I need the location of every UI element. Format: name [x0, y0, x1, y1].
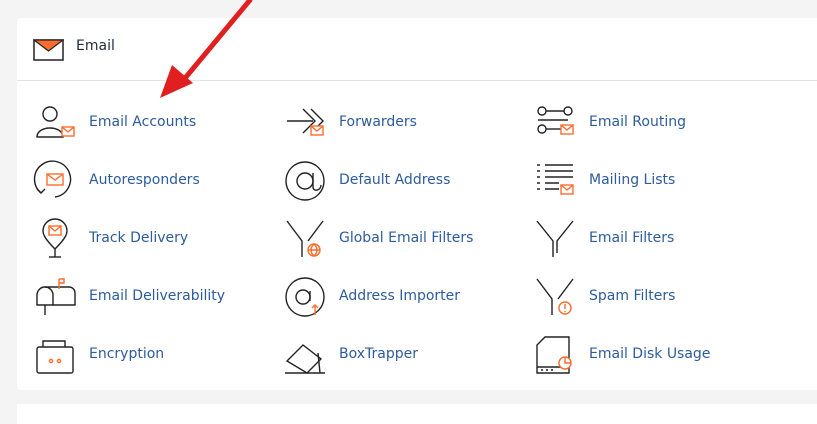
email-deliverability-icon — [36, 278, 76, 315]
boxtrapper-label: BoxTrapper — [339, 346, 418, 362]
spam-filters-icon — [536, 278, 574, 315]
section-title: Email — [76, 38, 115, 54]
address-importer-icon — [285, 277, 325, 317]
spam-filters-label: Spam Filters — [589, 288, 676, 304]
email-section-header[interactable]: Email — [17, 18, 817, 81]
encryption-icon — [36, 340, 74, 374]
forwarders-label: Forwarders — [339, 114, 417, 130]
track-delivery-label: Track Delivery — [89, 230, 189, 246]
forwarders-icon — [287, 108, 324, 136]
email-accounts-label: Email Accounts — [89, 114, 197, 130]
email-routing-icon — [537, 106, 574, 135]
mailing-lists-icon — [537, 164, 574, 195]
email-filters-icon — [536, 220, 574, 257]
email-routing-label: Email Routing — [589, 114, 686, 130]
email-accounts-icon — [36, 106, 75, 138]
email-disk-usage-label: Email Disk Usage — [589, 346, 711, 362]
email-section-panel: Email Email Accounts Forwarders Email Ro… — [17, 18, 817, 390]
autoresponders-icon — [33, 160, 72, 198]
default-address-label: Default Address — [339, 172, 451, 188]
global-email-filters-label: Global Email Filters — [339, 230, 474, 246]
global-email-filters-icon — [286, 220, 324, 257]
boxtrapper-icon — [285, 344, 325, 374]
mailing-lists-label: Mailing Lists — [589, 172, 676, 188]
default-address-icon — [285, 161, 325, 201]
email-deliverability-label: Email Deliverability — [89, 288, 226, 304]
track-delivery-icon — [42, 218, 68, 258]
address-importer-label: Address Importer — [339, 288, 461, 304]
email-disk-usage-icon — [536, 336, 572, 374]
next-section-panel — [17, 404, 817, 424]
encryption-label: Encryption — [89, 346, 165, 362]
email-filters-label: Email Filters — [589, 230, 675, 246]
autoresponders-label: Autoresponders — [89, 172, 200, 188]
envelope-icon — [33, 39, 64, 61]
